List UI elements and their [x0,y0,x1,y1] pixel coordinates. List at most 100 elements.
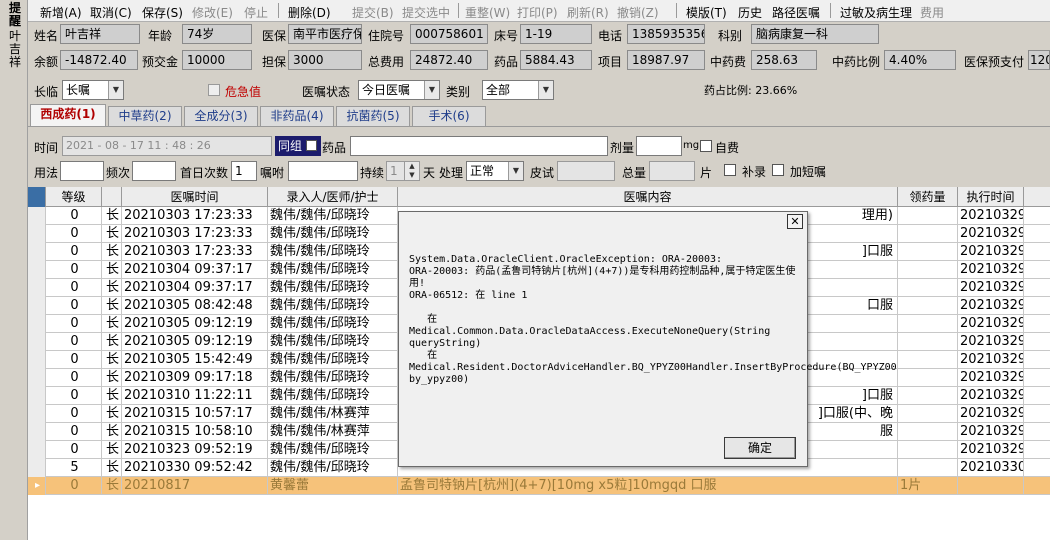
cell-dispense-qty[interactable] [898,261,958,279]
row-pointer-icon[interactable]: ▸ [28,477,46,495]
cell-type[interactable]: 长 [102,279,122,297]
cell-staff[interactable]: 魏伟/魏伟/邱晓玲 [268,315,398,333]
cell-staff[interactable]: 魏伟/魏伟/邱晓玲 [268,441,398,459]
critical-value-checkbox[interactable] [208,84,220,96]
cell-exec-time[interactable]: 20210329 [958,369,1024,387]
reminder-label[interactable]: 提醒 [8,2,22,28]
cell-level[interactable]: 0 [46,441,102,459]
column-order-time[interactable]: 医嘱时间 [122,187,268,207]
dose-input[interactable] [636,136,682,156]
submit-button[interactable]: 提交(B) [352,4,394,21]
cell-order-time[interactable]: 20210305 09:12:19 [122,333,268,351]
table-row[interactable]: ▸ 0 长 20210817 黄馨蕾 孟鲁司特钠片[杭州](4+7)[10mg x5粒]1… [28,477,1050,495]
cell-dispense-qty[interactable] [898,351,958,369]
row-indicator[interactable] [28,423,46,441]
process-select[interactable]: 正常 ▼ [466,161,524,181]
cell-order-time[interactable]: 20210330 09:52:42 [122,459,268,477]
stop-button[interactable]: 停止 [244,4,268,21]
tab-full-component[interactable]: 全成分(3) [184,106,258,126]
cell-exec-time[interactable]: 20210329 [958,423,1024,441]
cell-staff[interactable]: 魏伟/魏伟/林赛萍 [268,405,398,423]
chevron-down-icon[interactable]: ▼ [508,162,523,180]
frequency-input[interactable] [132,161,176,181]
cell-exec-time[interactable]: 20210329 [958,243,1024,261]
cell-order-time[interactable]: 20210303 17:23:33 [122,243,268,261]
cell-staff[interactable]: 魏伟/魏伟/邱晓玲 [268,333,398,351]
cell-exec-time[interactable]: 20210329 [958,207,1024,225]
cell-exec-time[interactable]: 20210329 [958,441,1024,459]
cell-type[interactable]: 长 [102,207,122,225]
row-indicator[interactable] [28,387,46,405]
ok-button[interactable]: 确定 [724,437,796,459]
chevron-down-icon[interactable]: ▼ [538,81,553,99]
first-day-count-input[interactable]: 1 [231,161,257,181]
order-type-select[interactable]: 长嘱 ▼ [62,80,124,100]
self-pay-checkbox[interactable] [700,140,712,152]
undo-button[interactable]: 撤销(Z) [617,4,659,21]
cell-order-time[interactable]: 20210309 09:17:18 [122,369,268,387]
add-button[interactable]: 新增(A) [40,4,82,21]
cell-type[interactable]: 长 [102,441,122,459]
cell-dispense-qty[interactable] [898,279,958,297]
cell-exec-time[interactable] [958,477,1024,495]
tab-antibiotic[interactable]: 抗菌药(5) [336,106,410,126]
history-button[interactable]: 历史 [738,4,762,21]
tab-western-medicine[interactable]: 西成药(1) [30,104,106,126]
row-indicator[interactable] [28,243,46,261]
refresh-button[interactable]: 刷新(R) [567,4,609,21]
tab-non-drug[interactable]: 非药品(4) [260,106,334,126]
cell-staff[interactable]: 黄馨蕾 [268,477,398,495]
tab-herbal-medicine[interactable]: 中草药(2) [108,106,182,126]
cell-type[interactable]: 长 [102,405,122,423]
cell-order-time[interactable]: 20210323 09:52:19 [122,441,268,459]
cell-level[interactable]: 0 [46,315,102,333]
cell-level[interactable]: 0 [46,333,102,351]
cell-staff[interactable]: 魏伟/魏伟/邱晓玲 [268,459,398,477]
cell-order-time[interactable]: 20210305 15:42:49 [122,351,268,369]
skin-test-input[interactable] [557,161,615,181]
row-indicator[interactable] [28,369,46,387]
tab-surgery[interactable]: 手术(6) [412,106,486,126]
cell-dispense-qty[interactable] [898,387,958,405]
print-button[interactable]: 打印(P) [517,4,558,21]
close-icon[interactable]: ✕ [787,214,803,229]
cell-type[interactable]: 长 [102,369,122,387]
cell-level[interactable]: 0 [46,207,102,225]
cell-level[interactable]: 0 [46,261,102,279]
cell-order-content[interactable]: 孟鲁司特钠片[杭州](4+7)[10mg x5粒]10mgqd 口服 [398,477,898,495]
cell-type[interactable]: 长 [102,243,122,261]
cell-staff[interactable]: 魏伟/魏伟/林赛萍 [268,423,398,441]
row-indicator[interactable] [28,207,46,225]
reorganize-button[interactable]: 重整(W) [465,4,510,21]
template-button[interactable]: 模版(T) [686,4,727,21]
row-indicator[interactable] [28,405,46,423]
cell-exec-time[interactable]: 20210329 [958,297,1024,315]
cell-dispense-qty[interactable] [898,225,958,243]
duration-stepper[interactable]: 1 ▲ ▼ [386,161,420,181]
column-order-content[interactable]: 医嘱内容 [398,187,898,207]
drug-input[interactable] [350,136,608,156]
cell-staff[interactable]: 魏伟/魏伟/邱晓玲 [268,243,398,261]
cell-order-time[interactable]: 20210304 09:37:17 [122,261,268,279]
cell-dispense-qty[interactable] [898,369,958,387]
column-dispense-qty[interactable]: 领药量 [898,187,958,207]
submit-selected-button[interactable]: 提交选中 [402,4,450,21]
cell-staff[interactable]: 魏伟/魏伟/邱晓玲 [268,261,398,279]
cell-staff[interactable]: 魏伟/魏伟/邱晓玲 [268,279,398,297]
cell-exec-time[interactable]: 20210329 [958,405,1024,423]
cell-order-time[interactable]: 20210310 11:22:11 [122,387,268,405]
chevron-down-icon[interactable]: ▼ [424,81,439,99]
cell-exec-time[interactable]: 20210329 [958,225,1024,243]
cell-dispense-qty[interactable] [898,243,958,261]
cell-dispense-qty[interactable] [898,405,958,423]
cell-order-time[interactable]: 20210817 [122,477,268,495]
cell-type[interactable]: 长 [102,225,122,243]
cell-level[interactable]: 0 [46,225,102,243]
row-indicator[interactable] [28,351,46,369]
cell-type[interactable]: 长 [102,351,122,369]
cell-dispense-qty[interactable]: 1片 [898,477,958,495]
time-field[interactable]: 2021 - 08 - 17 11 : 48 : 26 [62,136,272,156]
fees-button[interactable]: 费用 [920,4,944,21]
cell-type[interactable]: 长 [102,459,122,477]
cell-exec-time[interactable]: 20210329 [958,261,1024,279]
